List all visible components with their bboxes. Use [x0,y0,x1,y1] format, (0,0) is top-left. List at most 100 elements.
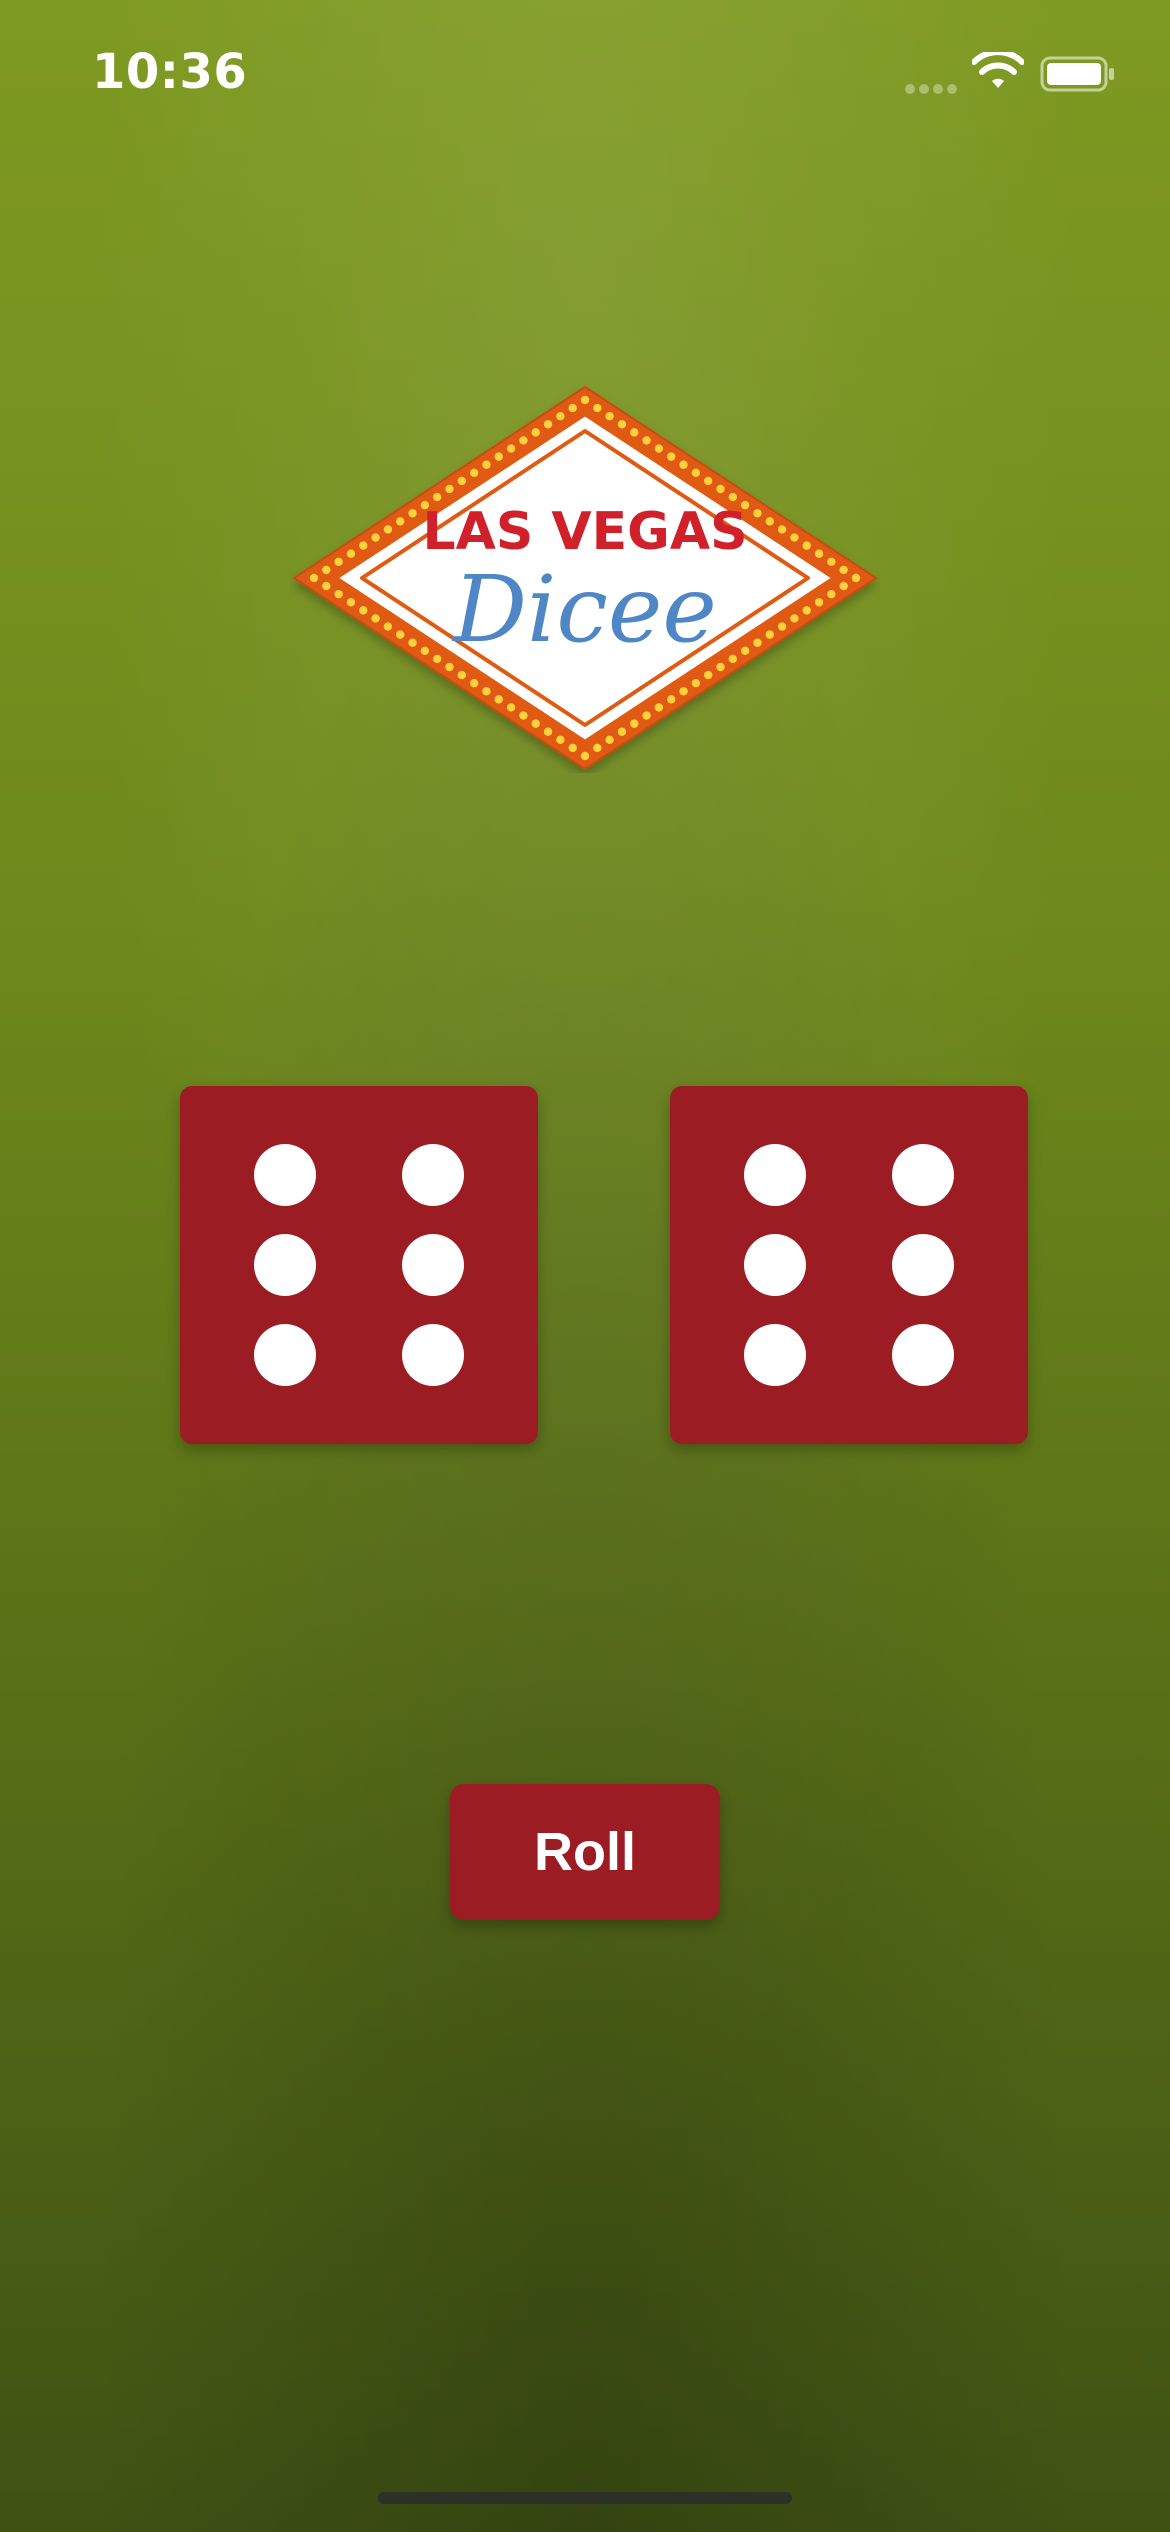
marquee-bulb [408,638,417,647]
marquee-bulb [543,420,553,429]
marquee-bulb [765,630,774,639]
marquee-bulb [777,525,787,534]
marquee-bulb [679,687,688,696]
marquee-bulb [839,565,848,575]
home-indicator[interactable] [378,2492,792,2504]
marquee-bulb [605,735,614,745]
marquee-bulb [593,403,602,413]
marquee-bulb [728,654,738,664]
marquee-bulb [469,678,479,688]
die-pip [402,1324,464,1386]
die-pip [744,1234,806,1296]
marquee-bulb [703,476,713,486]
marquee-bulb [716,662,725,672]
marquee-bulb [482,460,491,469]
marquee-bulb [519,711,528,720]
marquee-bulb [408,509,417,518]
marquee-bulb [556,411,565,421]
marquee-bulb [346,598,356,607]
marquee-bulb [494,452,503,461]
marquee-bulb [482,687,491,696]
marquee-bulb [457,476,467,486]
marquee-bulb [617,727,627,736]
marquee-bulb [420,646,430,656]
marquee-bulb [642,436,651,445]
marquee-bulb [457,670,467,680]
marquee-bulb [309,573,319,583]
marquee-bulb [827,589,836,599]
marquee-bulb [790,614,799,623]
marquee-bulb [617,420,627,429]
marquee-bulb [667,695,676,704]
die-pip [254,1324,316,1386]
die-pip [892,1144,954,1206]
marquee-bulb [630,428,639,437]
marquee-bulb [359,541,368,550]
marquee-bulb [445,662,454,672]
die-pip [744,1144,806,1206]
left-die [180,1086,538,1444]
marquee-bulb [445,484,454,494]
marquee-bulb [654,444,664,453]
die-pip [744,1324,806,1386]
marquee-bulb [679,460,688,469]
marquee-bulb [531,428,540,437]
battery-icon [1040,56,1114,92]
marquee-bulb [396,517,405,526]
marquee-bulb [703,670,713,680]
marquee-bulb [568,743,577,753]
marquee-bulb [469,468,479,478]
logo-line2: Dicee [451,556,717,663]
marquee-bulb [346,549,356,558]
die-pip [402,1144,464,1206]
las-vegas-dicee-logo: LAS VEGAS Dicee [290,383,880,773]
marquee-bulb [334,557,343,567]
status-time: 10:36 [92,44,248,100]
marquee-bulb [753,638,762,647]
marquee-bulb [432,492,442,502]
die-pip [254,1234,316,1296]
marquee-bulb [728,492,738,502]
marquee-bulb [839,581,848,591]
marquee-bulb [580,751,590,761]
die-pip [402,1234,464,1296]
marquee-bulb [396,630,405,639]
logo-line1: LAS VEGAS [422,502,747,562]
die-pip [254,1144,316,1206]
marquee-bulb [543,727,553,736]
marquee-bulb [790,533,799,542]
marquee-bulb [753,509,762,518]
marquee-bulb [802,541,811,550]
marquee-bulb [642,711,651,720]
marquee-bulb [851,573,861,583]
marquee-bulb [506,444,516,453]
marquee-bulb [814,598,824,607]
signal-dots-icon [905,79,961,94]
marquee-bulb [654,703,664,712]
right-die [670,1086,1028,1444]
marquee-bulb [580,395,590,405]
roll-button[interactable]: Roll [450,1784,720,1920]
marquee-bulb [740,646,750,656]
marquee-bulb [383,622,393,631]
marquee-bulb [432,654,442,664]
marquee-bulb [556,735,565,745]
marquee-bulb [630,719,639,728]
marquee-bulb [777,622,787,631]
marquee-bulb [716,484,725,494]
marquee-bulb [667,452,676,461]
marquee-bulb [506,703,516,712]
marquee-bulb [371,533,380,542]
marquee-bulb [334,589,343,599]
die-pip [892,1324,954,1386]
marquee-bulb [322,581,331,591]
marquee-bulb [691,678,701,688]
die-pip [892,1234,954,1296]
marquee-bulb [371,614,380,623]
marquee-bulb [359,606,368,615]
marquee-bulb [691,468,701,478]
status-bar: 10:36 [0,0,1170,140]
marquee-bulb [802,606,811,615]
marquee-bulb [322,565,331,575]
marquee-bulb [765,517,774,526]
